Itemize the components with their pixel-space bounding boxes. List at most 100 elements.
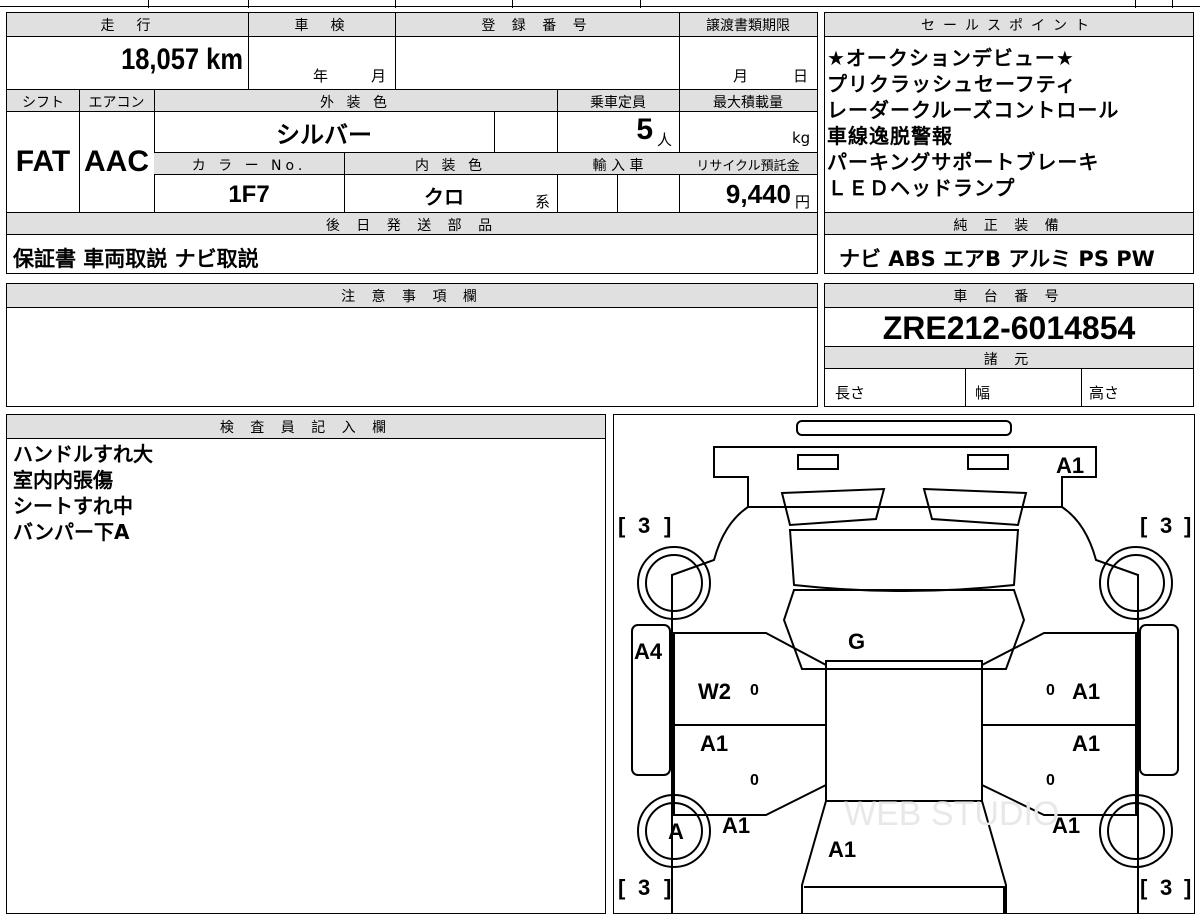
sales-points-panel: セールスポイント ★オークションデビュー★ プリクラッシュセーフティ レーダーク… xyxy=(824,12,1194,274)
body-outline xyxy=(671,506,1139,913)
recycle-unit: 円 xyxy=(795,193,811,211)
seats-label: 乗車定員 xyxy=(590,95,646,111)
svg-text:]: ] xyxy=(1184,513,1191,538)
shaken-month-unit: 月 xyxy=(371,67,387,85)
front-right-lamp xyxy=(967,454,1009,470)
later-parts-label: 後 日 発 送 部 品 xyxy=(325,218,499,234)
svg-text:]: ] xyxy=(664,513,671,538)
inspector-note: 室内内張傷 xyxy=(13,468,113,492)
mark-left-rear-door: A1 xyxy=(700,731,728,756)
shaken-year-unit: 年 xyxy=(313,67,329,85)
front-right-wheel xyxy=(1099,546,1173,620)
int-color-suffix: 系 xyxy=(535,193,551,211)
ac-value: AAC xyxy=(84,145,149,178)
left-rear-door xyxy=(673,724,827,816)
tire-front-left-value: 3 xyxy=(638,513,650,538)
ext-color-label: 外 装 色 xyxy=(320,95,391,111)
color-no-label: カ ラ ー No. xyxy=(191,158,307,174)
mark-right-front-door: A1 xyxy=(1072,679,1100,704)
seats-unit: 人 xyxy=(657,131,673,149)
mark-rear-left-wheel: A xyxy=(668,819,684,844)
watermark: WEB STUDIO xyxy=(844,795,1059,833)
registration-label: 登 録 番 号 xyxy=(481,18,593,34)
right-sill xyxy=(1139,624,1179,776)
front-plate xyxy=(796,420,1012,436)
tire-front-left: [ xyxy=(618,513,626,538)
roof xyxy=(825,660,983,802)
car-diagram-panel: [ 3 ] [ 3 ] [ 3 ] [ 3 ] A1 G A4 W2 A1 A1… xyxy=(613,414,1195,914)
int-color-label: 内 装 色 xyxy=(415,158,486,174)
sales-points-label: セールスポイント xyxy=(921,18,1097,34)
svg-text:]: ] xyxy=(1184,875,1191,900)
mark-hood: G xyxy=(848,629,865,654)
sales-point-line: プリクラッシュセーフティ xyxy=(827,72,1077,96)
svg-text:[: [ xyxy=(1140,875,1148,900)
door-zero: 0 xyxy=(750,772,759,789)
door-zero: 0 xyxy=(1046,682,1055,699)
front-right-wheel-inner xyxy=(1107,554,1165,612)
notes-panel: 注 意 事 項 欄 xyxy=(6,283,818,407)
chassis-label: 車 台 番 号 xyxy=(953,289,1065,305)
right-front-door xyxy=(981,632,1137,726)
svg-text:[: [ xyxy=(618,875,626,900)
mark-left-fender: A4 xyxy=(634,639,663,664)
inspector-notes: ハンドルすれ大 室内内張傷 シートすれ中 バンパー下A xyxy=(13,441,153,545)
recycle-value: 9,440 xyxy=(725,179,791,209)
seats-value: 5 xyxy=(636,113,653,146)
tire-rear-right-value: 3 xyxy=(1160,875,1172,900)
inspector-panel: 検 査 員 記 入 欄 ハンドルすれ大 室内内張傷 シートすれ中 バンパー下A xyxy=(6,414,606,914)
vehicle-info-table: 走 行 車 検 登 録 番 号 譲渡書類期限 18,057 km 年 月 月 日… xyxy=(6,12,818,274)
mileage-value: 18,057 km xyxy=(121,43,243,76)
left-front-door xyxy=(673,632,827,726)
sales-point-line: 車線逸脱警報 xyxy=(827,124,953,148)
shift-label: シフト xyxy=(22,95,64,111)
car-diagram: [ 3 ] [ 3 ] [ 3 ] [ 3 ] A1 G A4 W2 A1 A1… xyxy=(618,420,1191,913)
windshield xyxy=(782,589,1026,670)
top-strip xyxy=(0,0,1200,8)
door-zero: 0 xyxy=(750,682,759,699)
door-zero: 0 xyxy=(1046,772,1055,789)
inspector-note: ハンドルすれ大 xyxy=(13,442,153,466)
transfer-day-unit: 日 xyxy=(793,67,809,85)
import-label: 輸 入 車 xyxy=(592,158,644,174)
sales-point-line: レーダークルーズコントロール xyxy=(827,98,1120,122)
svg-text:]: ] xyxy=(664,875,671,900)
transfer-month-unit: 月 xyxy=(733,67,749,85)
mark-left-front-door: W2 xyxy=(698,679,731,704)
equipment-label: 純 正 装 備 xyxy=(953,218,1065,234)
later-parts-value: 保証書 車両取説 ナビ取説 xyxy=(13,247,259,271)
height-label: 高さ xyxy=(1089,384,1120,402)
sales-point-line: ★オークションデビュー★ xyxy=(827,46,1075,70)
shaken-label: 車 検 xyxy=(294,18,349,34)
sales-point-line: パーキングサポートブレーキ xyxy=(827,150,1100,174)
rear-bumper xyxy=(804,886,1005,913)
color-no-value: 1F7 xyxy=(228,181,270,208)
transfer-deadline-label: 譲渡書類期限 xyxy=(706,18,790,34)
mark-rear-left-quarter: A1 xyxy=(722,813,750,838)
inspector-label: 検 査 員 記 入 欄 xyxy=(219,420,393,436)
sales-point-line: ＬＥＤヘッドランプ xyxy=(827,176,1016,200)
front-left-wheel xyxy=(637,546,711,620)
width-label: 幅 xyxy=(975,384,991,402)
front-bumper-outline xyxy=(713,446,1097,508)
inspector-note: シートすれ中 xyxy=(13,494,133,518)
inspector-note: バンパー下A xyxy=(13,520,130,544)
sales-points-list: ★オークションデビュー★ プリクラッシュセーフティ レーダークルーズコントロール… xyxy=(827,45,1191,201)
svg-text:[: [ xyxy=(1140,513,1148,538)
int-color-value: クロ xyxy=(424,187,464,209)
notes-label: 注 意 事 項 欄 xyxy=(341,289,483,305)
tire-rear-left-value: 3 xyxy=(638,875,650,900)
length-label: 長さ xyxy=(835,384,866,402)
shift-value: FAT xyxy=(15,145,71,178)
ext-color-value: シルバー xyxy=(276,122,372,149)
hood-outline xyxy=(788,529,1020,592)
chassis-panel: 車 台 番 号 ZRE212-6014854 諸 元 長さ 幅 高さ xyxy=(824,283,1194,407)
mark-trunk: A1 xyxy=(828,837,856,862)
mark-right-rear-door: A1 xyxy=(1072,731,1100,756)
maxload-label: 最大積載量 xyxy=(713,95,783,111)
recycle-label: リサイクル預託金 xyxy=(696,159,800,174)
front-left-wheel-inner xyxy=(645,554,703,612)
chassis-value: ZRE212-6014854 xyxy=(882,310,1136,346)
maxload-unit: kg xyxy=(792,129,811,147)
front-left-lamp xyxy=(797,454,839,470)
